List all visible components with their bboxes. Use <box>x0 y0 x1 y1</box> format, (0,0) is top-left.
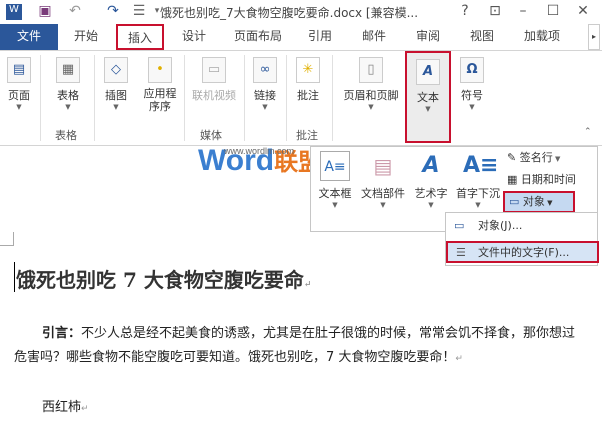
pages-button[interactable]: ▤ 页面 ▼ <box>2 57 36 111</box>
page-icon: ▤ <box>7 57 31 83</box>
comment-icon: ✳ <box>296 57 320 83</box>
document-lines-icon: ☰ <box>456 246 466 259</box>
divider <box>332 55 333 141</box>
item-paragraph[interactable]: 西红柿↵ <box>42 396 89 415</box>
title-bar: W ▣ ↶ ↷ ☰ ▾ 饿死也别吃_7大食物空腹吃要命.docx [兼容模...… <box>0 0 602 24</box>
divider <box>94 55 95 141</box>
intro-paragraph[interactable]: 引言：不少人总是经不起美食的诱惑，尤其是在肚子很饿的时候，常常会饥不择食，那你想… <box>14 322 584 371</box>
shapes-icon: ◇ <box>104 57 128 83</box>
ribbon-tabs: 文件 开始 插入 设计 页面布局 引用 邮件 审阅 视图 加载项 ▸ <box>0 24 602 50</box>
tab-addins[interactable]: 加载项 <box>514 24 570 50</box>
text-cursor <box>14 262 15 292</box>
touch-mode-icon[interactable]: ☰ <box>130 3 148 19</box>
save-icon[interactable]: ▣ <box>36 3 54 19</box>
links-button[interactable]: ∞ 链接 ▼ <box>248 57 282 111</box>
quick-parts-icon: ▤ <box>373 154 393 178</box>
table-button[interactable]: ▦ 表格 ▼ <box>48 57 88 111</box>
minimize-icon[interactable]: – <box>514 3 532 19</box>
menu-item-text-from-file[interactable]: ☰ 文件中的文字(F)... <box>446 241 599 263</box>
tab-home[interactable]: 开始 <box>64 24 108 50</box>
header-footer-icon: ▯ <box>359 57 383 83</box>
wordart-button[interactable]: A 艺术字 ▼ <box>411 151 451 209</box>
ribbon-display-icon[interactable]: ⊡ <box>486 3 504 19</box>
divider <box>244 55 245 141</box>
omega-icon: Ω <box>460 57 484 83</box>
text-button[interactable]: A 文本 ▼ <box>405 51 451 143</box>
quick-parts-button[interactable]: ▤ 文档部件 ▼ <box>357 151 409 209</box>
divider <box>286 55 287 141</box>
video-icon: ▭ <box>202 57 226 83</box>
tab-scroll-right[interactable]: ▸ <box>588 24 600 50</box>
object-dropdown-menu: ▭ 对象(J)... ☰ 文件中的文字(F)... <box>445 212 599 266</box>
undo-icon[interactable]: ↶ <box>66 3 84 19</box>
text-icon: A <box>416 59 440 85</box>
maximize-icon[interactable]: ☐ <box>544 3 562 19</box>
collapse-ribbon-icon[interactable]: ⌃ <box>584 127 592 137</box>
group-label-comments: 批注 <box>296 129 318 142</box>
tab-file[interactable]: 文件 <box>0 24 58 50</box>
help-icon[interactable]: ? <box>456 3 474 19</box>
group-label-table: 表格 <box>55 129 77 142</box>
signature-line-button[interactable]: ✎ 签名行 ▼ <box>507 149 560 165</box>
tab-review[interactable]: 审阅 <box>406 24 450 50</box>
symbol-button[interactable]: Ω 符号 ▼ <box>454 57 490 111</box>
apps-icon: • <box>148 57 172 83</box>
header-footer-button[interactable]: ▯ 页眉和页脚 ▼ <box>338 57 404 111</box>
tab-mailings[interactable]: 邮件 <box>352 24 396 50</box>
textbox-icon: A≡ <box>320 151 350 181</box>
link-icon: ∞ <box>253 57 277 83</box>
divider <box>184 55 185 141</box>
window-title: 饿死也别吃_7大食物空腹吃要命.docx [兼容模... <box>160 6 419 20</box>
redo-icon[interactable]: ↷ <box>104 3 122 19</box>
online-video-button: ▭ 联机视频 <box>186 57 242 103</box>
tab-insert[interactable]: 插入 <box>116 24 164 50</box>
tab-design[interactable]: 设计 <box>172 24 216 50</box>
illustrations-button[interactable]: ◇ 插图 ▼ <box>98 57 134 111</box>
drop-cap-icon: A≡ <box>463 153 499 178</box>
object-icon: ▭ <box>454 219 465 232</box>
menu-item-object[interactable]: ▭ 对象(J)... <box>448 216 597 238</box>
watermark-logo: Word联盟 www.wordlm.com <box>198 144 323 177</box>
textbox-button[interactable]: A≡ 文本框 ▼ <box>315 151 355 209</box>
drop-cap-button[interactable]: A≡ 首字下沉 ▼ <box>453 151 503 209</box>
tab-references[interactable]: 引用 <box>298 24 342 50</box>
document-heading[interactable]: 饿死也别吃 7 大食物空腹吃要命↵ <box>16 264 311 293</box>
group-label-media: 媒体 <box>200 129 222 142</box>
apps-button[interactable]: • 应用程序序 <box>138 57 182 113</box>
signature-icon: ✎ <box>507 151 520 164</box>
tab-view[interactable]: 视图 <box>460 24 504 50</box>
comment-button[interactable]: ✳ 批注 <box>290 57 326 103</box>
wordart-icon: A <box>422 153 440 178</box>
close-icon[interactable]: ✕ <box>574 3 592 19</box>
object-button[interactable]: ▭ 对象 ▼ <box>503 191 575 213</box>
ribbon: ▤ 页面 ▼ ▦ 表格 ▼ 表格 ◇ 插图 ▼ • 应用程序序 ▭ 联机视频 媒体 ∞ 链接 ▼ ✳… <box>0 50 602 146</box>
tab-layout[interactable]: 页面布局 <box>226 24 290 50</box>
date-time-button[interactable]: ▦ 日期和时间 <box>507 171 576 187</box>
calendar-icon: ▦ <box>507 173 521 186</box>
table-icon: ▦ <box>56 57 80 83</box>
margin-mark <box>0 232 14 246</box>
object-icon: ▭ <box>509 195 523 208</box>
divider <box>40 55 41 141</box>
word-icon: W <box>6 4 22 20</box>
